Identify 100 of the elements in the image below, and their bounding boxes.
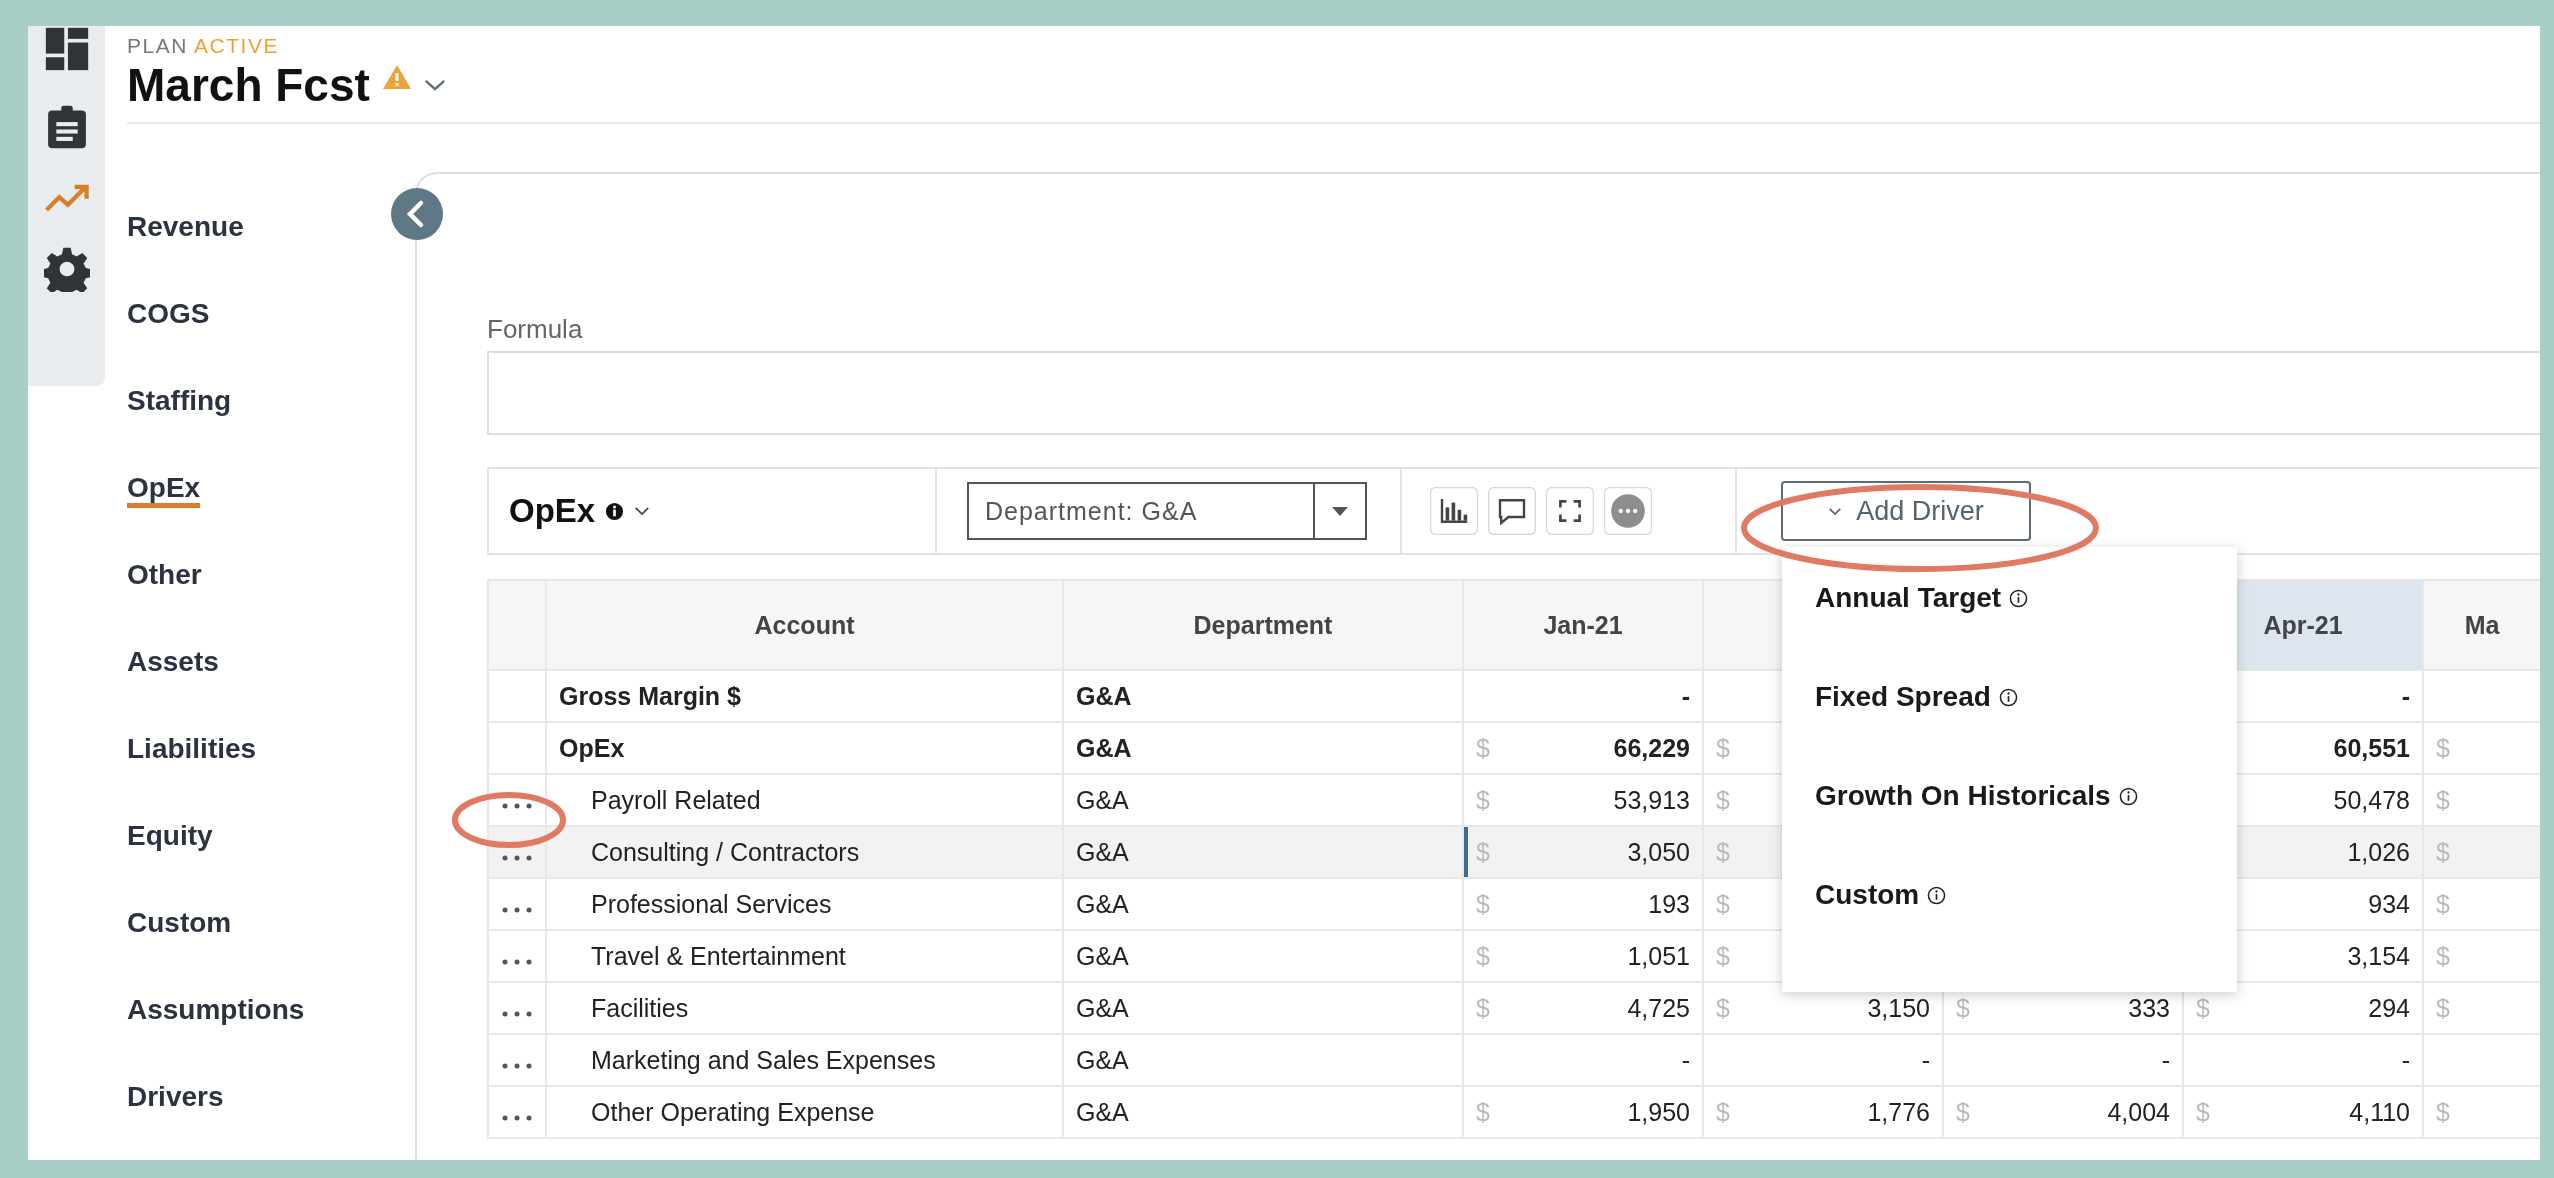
nav-item[interactable]: Equity xyxy=(127,819,213,906)
more-icon[interactable] xyxy=(1604,487,1652,535)
plan-status: PLAN ACTIVE xyxy=(127,34,280,58)
amount: 294 xyxy=(2368,993,2410,1023)
department-name: G&A xyxy=(1076,889,1129,918)
currency-sign: $ xyxy=(2436,941,2450,971)
department-name: G&A xyxy=(1076,837,1129,866)
nav-item[interactable]: Assumptions xyxy=(127,993,305,1080)
amount: 1,051 xyxy=(1627,941,1690,971)
currency-sign: $ xyxy=(1476,837,1490,867)
amount: 66,229 xyxy=(1613,733,1690,763)
plan-title: March Fcst xyxy=(127,58,370,112)
row-menu-icon[interactable] xyxy=(502,906,532,913)
currency-sign: $ xyxy=(2196,993,2210,1023)
amount: 1,950 xyxy=(1627,1097,1690,1127)
currency-sign: $ xyxy=(2436,785,2450,815)
nav-item[interactable]: Custom xyxy=(127,906,232,993)
department-name: G&A xyxy=(1076,1045,1129,1074)
department-select[interactable]: Department: G&A xyxy=(967,482,1367,540)
chevron-down-icon[interactable] xyxy=(423,78,446,92)
row-menu-icon[interactable] xyxy=(502,958,532,965)
bar-chart-icon[interactable] xyxy=(1430,487,1478,535)
row-menu-icon[interactable] xyxy=(502,1114,532,1121)
department-name: G&A xyxy=(1076,733,1132,762)
department-name: G&A xyxy=(1076,993,1129,1022)
currency-sign: $ xyxy=(1476,889,1490,919)
row-menu-icon[interactable] xyxy=(502,1010,532,1017)
currency-sign: $ xyxy=(2436,837,2450,867)
amount: 1,776 xyxy=(1867,1097,1930,1127)
currency-sign: $ xyxy=(1716,1097,1730,1127)
currency-sign: $ xyxy=(2436,993,2450,1023)
expand-icon[interactable] xyxy=(1546,487,1594,535)
nav-item[interactable]: Liabilities xyxy=(127,732,257,819)
menu-item[interactable]: Growth On Historicals xyxy=(1815,780,2111,812)
amount: 934 xyxy=(2368,889,2410,919)
collapse-left-icon[interactable] xyxy=(391,188,443,240)
currency-sign: $ xyxy=(1956,993,1970,1023)
info-icon[interactable] xyxy=(2009,588,2029,608)
currency-sign: $ xyxy=(2436,889,2450,919)
comment-icon[interactable] xyxy=(1488,487,1536,535)
currency-sign: $ xyxy=(1716,889,1730,919)
account-name: Marketing and Sales Expenses xyxy=(591,1045,936,1074)
info-icon[interactable] xyxy=(2118,786,2138,806)
amount: 50,478 xyxy=(2333,785,2410,815)
nav-item[interactable]: Assets xyxy=(127,645,219,732)
row-menu-icon[interactable] xyxy=(502,854,532,861)
nav-item[interactable]: Staffing xyxy=(127,384,232,471)
account-name: Travel & Entertainment xyxy=(591,941,846,970)
currency-sign: $ xyxy=(1956,1097,1970,1127)
info-icon[interactable] xyxy=(605,501,625,521)
account-name: Other Operating Expense xyxy=(591,1097,875,1126)
currency-sign: $ xyxy=(1476,941,1490,971)
amount: - xyxy=(2161,1045,2170,1075)
menu-item[interactable]: Annual Target xyxy=(1815,582,2002,614)
amount: 1,026 xyxy=(2347,837,2410,867)
currency-sign: $ xyxy=(1476,733,1490,763)
amount: 4,004 xyxy=(2107,1097,2170,1127)
amount: 3,150 xyxy=(1867,993,1930,1023)
menu-item[interactable]: Fixed Spread xyxy=(1815,681,1991,713)
nav-item[interactable]: Other xyxy=(127,558,202,645)
department-name: G&A xyxy=(1076,941,1129,970)
amount: 3,154 xyxy=(2347,941,2410,971)
trend-up-icon[interactable] xyxy=(43,182,90,214)
info-icon[interactable] xyxy=(1998,687,2018,707)
row-menu-icon[interactable] xyxy=(502,802,532,809)
currency-sign: $ xyxy=(1716,993,1730,1023)
dashboard-icon[interactable] xyxy=(43,26,90,72)
chevron-down-icon[interactable] xyxy=(634,506,651,516)
currency-sign: $ xyxy=(2436,733,2450,763)
column-header: Apr-21 xyxy=(2263,610,2343,639)
nav-item[interactable]: OpEx xyxy=(127,471,201,558)
currency-sign: $ xyxy=(2196,1097,2210,1127)
menu-item[interactable]: Custom xyxy=(1815,879,1920,911)
column-header: Ma xyxy=(2464,610,2500,639)
currency-sign: $ xyxy=(1476,785,1490,815)
settings-icon[interactable] xyxy=(43,246,90,292)
chevron-down-icon xyxy=(1828,506,1843,516)
amount: 4,725 xyxy=(1627,993,1690,1023)
nav-item[interactable]: Drivers xyxy=(127,1080,224,1160)
amount: 60,551 xyxy=(2333,733,2410,763)
amount: 333 xyxy=(2128,993,2170,1023)
column-header: Account xyxy=(754,610,855,639)
account-name: Consulting / Contractors xyxy=(591,837,860,866)
nav-item[interactable]: Revenue xyxy=(127,210,244,297)
department-name: G&A xyxy=(1076,681,1132,710)
row-menu-icon[interactable] xyxy=(502,1062,532,1069)
nav-item[interactable]: COGS xyxy=(127,297,210,384)
formula-input-field[interactable] xyxy=(487,351,2540,435)
department-name: G&A xyxy=(1076,785,1129,814)
account-name: Payroll Related xyxy=(591,785,761,814)
add-driver-button[interactable]: Add Driver xyxy=(1781,481,2031,541)
amount: 4,110 xyxy=(2349,1097,2410,1127)
amount: - xyxy=(1921,1045,1930,1075)
formula-label: Formula xyxy=(487,314,583,345)
department-name: G&A xyxy=(1076,1097,1129,1126)
column-header: Department xyxy=(1193,610,1333,639)
info-icon[interactable] xyxy=(1927,885,1947,905)
currency-sign: $ xyxy=(1716,733,1730,763)
account-name: Facilities xyxy=(591,993,689,1022)
currency-sign: $ xyxy=(2436,1097,2450,1127)
